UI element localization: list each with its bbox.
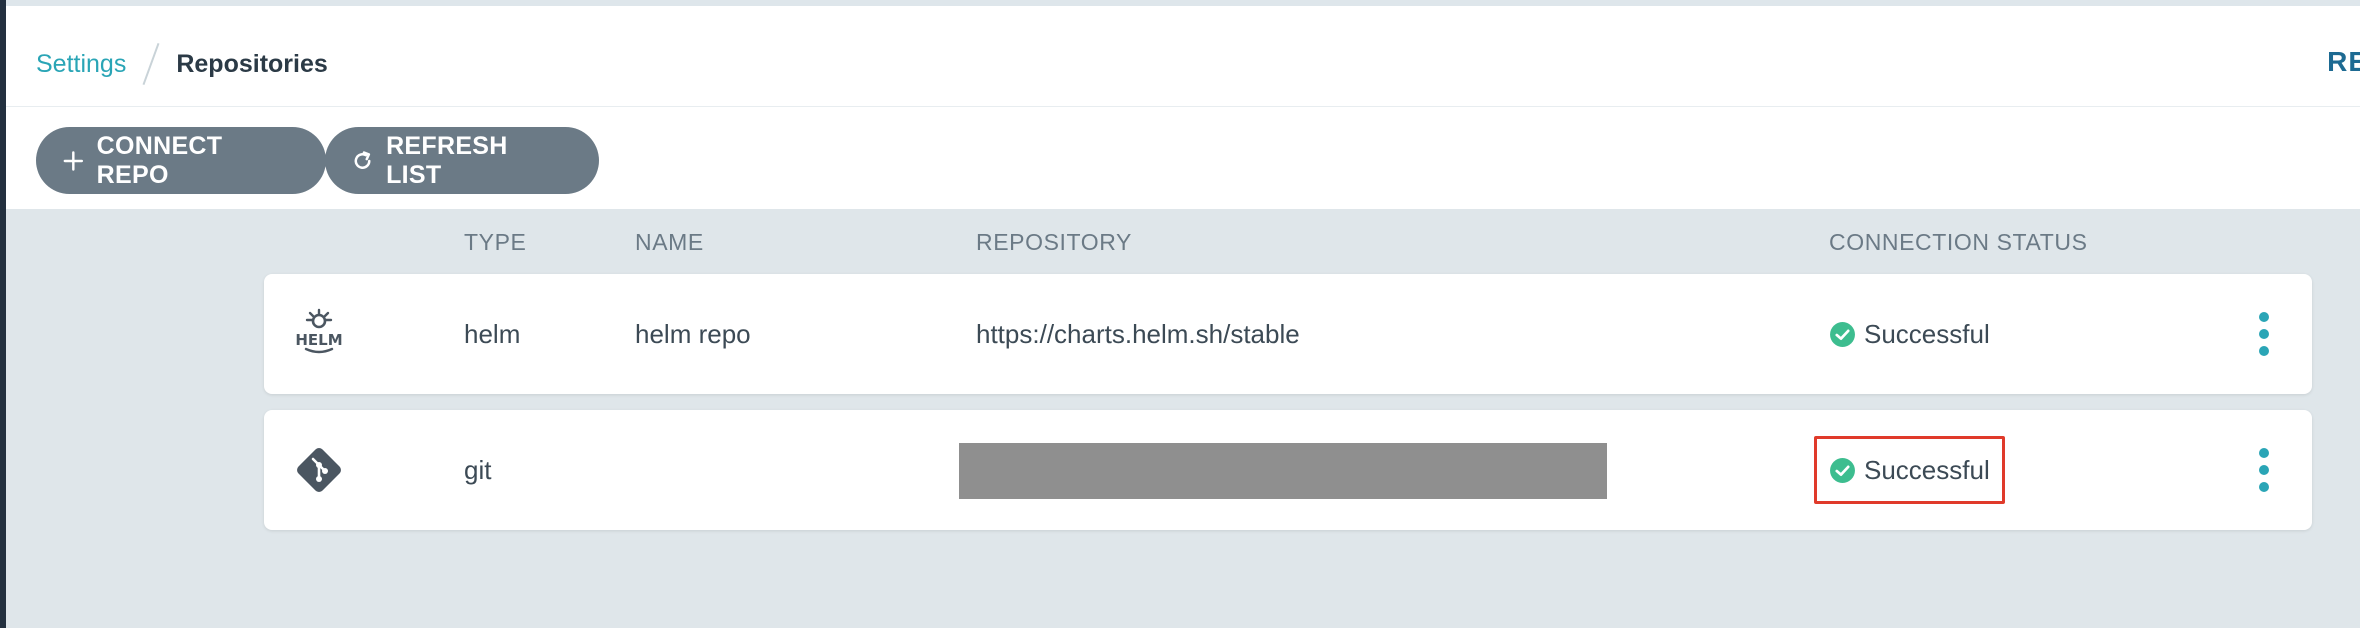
redacted-repository-url — [959, 443, 1607, 499]
breadcrumb: Settings Repositories — [36, 42, 328, 86]
table-row[interactable]: HELM helm helm repo https://charts.helm.… — [264, 274, 2312, 394]
svg-text:HELM: HELM — [295, 331, 342, 349]
name-cell: helm repo — [635, 318, 751, 349]
connection-status: Successful — [1829, 274, 1990, 394]
refresh-list-button[interactable]: REFRESH LIST — [325, 127, 599, 194]
type-cell: helm — [464, 318, 521, 349]
header-right-action[interactable]: RE — [2327, 46, 2360, 78]
row-actions-menu-icon[interactable] — [2258, 312, 2270, 356]
helm-icon: HELM — [295, 308, 343, 354]
breadcrumb-settings-link[interactable]: Settings — [36, 50, 126, 79]
connect-repo-label: CONNECT REPO — [96, 131, 223, 189]
refresh-icon — [354, 150, 371, 169]
app-frame: Settings Repositories RE CONNECT REPO RE… — [0, 0, 2360, 628]
column-header-name: NAME — [635, 229, 704, 255]
repositories-table: TYPE NAME REPOSITORY CONNECTION STATUS H… — [6, 209, 2360, 628]
git-icon — [297, 448, 341, 492]
breadcrumb-separator — [142, 42, 160, 86]
row-actions-menu-icon[interactable] — [2258, 448, 2270, 492]
status-text: Successful — [1864, 318, 1990, 349]
table-row[interactable]: git Successful — [264, 410, 2312, 530]
type-cell: git — [464, 454, 492, 485]
status-highlight-box — [1814, 436, 2005, 504]
connect-repo-button[interactable]: CONNECT REPO — [36, 127, 326, 194]
column-header-repository: REPOSITORY — [976, 229, 1132, 255]
refresh-list-label: REFRESH LIST — [386, 131, 508, 189]
column-header-type: TYPE — [464, 229, 527, 255]
plus-icon — [63, 150, 84, 171]
page-header: Settings Repositories RE — [6, 6, 2360, 107]
repository-cell: https://charts.helm.sh/stable — [976, 318, 1300, 349]
breadcrumb-current-page: Repositories — [176, 49, 328, 78]
success-check-icon — [1830, 321, 1855, 347]
column-header-connection-status: CONNECTION STATUS — [1829, 229, 2088, 255]
toolbar: CONNECT REPO REFRESH LIST — [6, 107, 2360, 209]
